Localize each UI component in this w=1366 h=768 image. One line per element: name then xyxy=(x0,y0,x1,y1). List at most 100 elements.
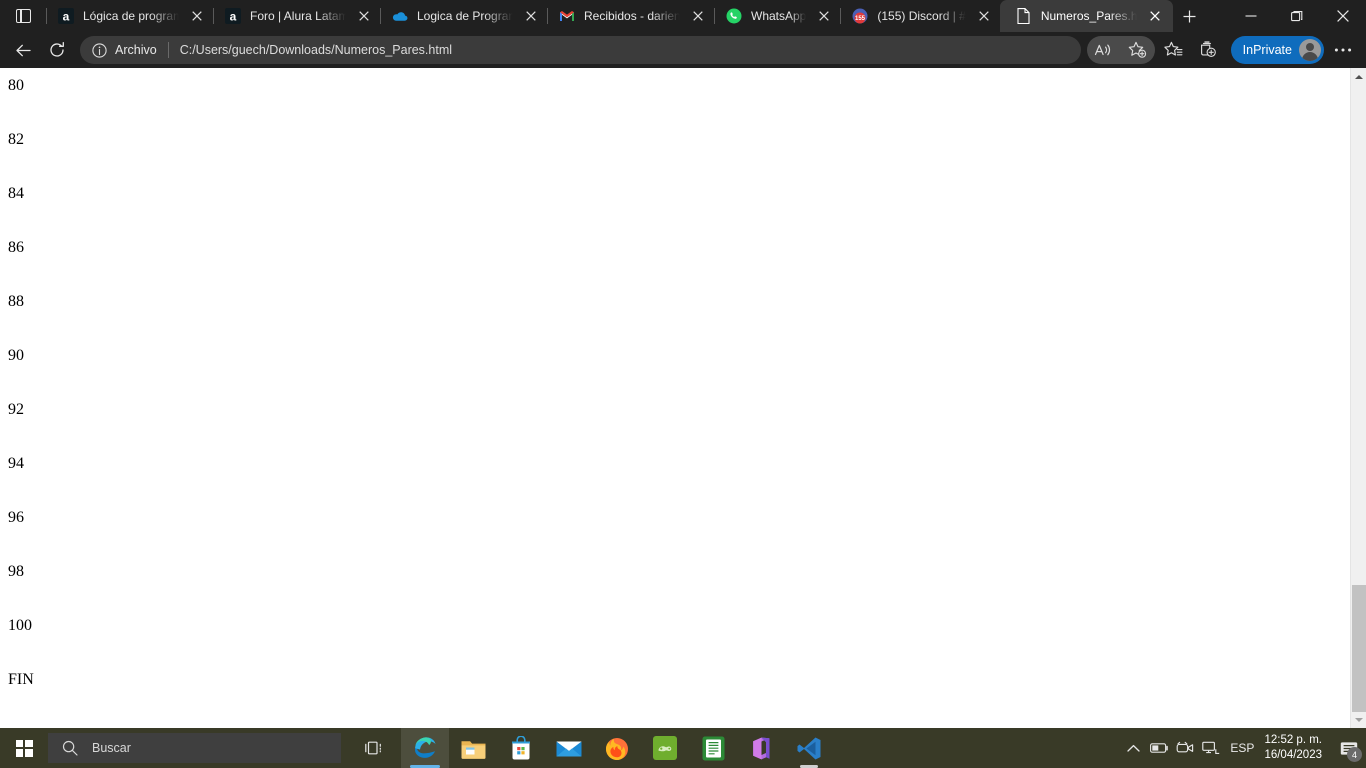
taskbar-app-microsoft-365[interactable] xyxy=(737,728,785,768)
taskbar-app-notes-app[interactable] xyxy=(689,728,737,768)
tab-actions-button[interactable] xyxy=(0,0,46,32)
output-line: 98 xyxy=(8,563,24,580)
close-button[interactable] xyxy=(1320,0,1366,32)
svg-text:a: a xyxy=(230,10,237,24)
taskbar-app-file-explorer[interactable] xyxy=(449,728,497,768)
file-icon xyxy=(1016,8,1032,24)
address-bar[interactable]: Archivo C:/Users/guech/Downloads/Numeros… xyxy=(80,36,1081,64)
output-line: 100 xyxy=(8,617,32,634)
clock-date: 16/04/2023 xyxy=(1264,749,1322,761)
tab-logica-de-programacion[interactable]: a Lógica de programa xyxy=(47,0,213,32)
collections-button[interactable] xyxy=(1191,35,1225,65)
clock-time: 12:52 p. m. xyxy=(1264,734,1322,746)
inprivate-label: InPrivate xyxy=(1242,43,1292,57)
taskbar-app-vs-code[interactable] xyxy=(785,728,833,768)
url-scheme-label: Archivo xyxy=(115,43,157,57)
svg-text:a: a xyxy=(63,10,70,24)
back-button[interactable] xyxy=(6,35,40,65)
omnibox-actions-pill xyxy=(1086,35,1155,65)
omnibox-divider xyxy=(167,42,169,58)
battery-icon[interactable] xyxy=(1146,728,1172,768)
scrollbar-thumb[interactable] xyxy=(1352,585,1366,712)
taskbar-search-input[interactable]: Buscar xyxy=(48,733,341,763)
scroll-down-button[interactable] xyxy=(1351,711,1366,728)
output-line: 82 xyxy=(8,131,24,148)
task-view-icon xyxy=(364,741,381,755)
meet-now-icon[interactable] xyxy=(1172,728,1198,768)
taskbar-apps xyxy=(401,728,833,768)
notification-center-button[interactable]: 4 xyxy=(1334,728,1364,768)
taskbar-app-edge[interactable] xyxy=(401,728,449,768)
tab-close-icon[interactable] xyxy=(972,4,996,28)
output-line: 88 xyxy=(8,293,24,310)
task-view-button[interactable] xyxy=(349,728,397,768)
tab-title: Foro | Alura Latam xyxy=(250,9,346,23)
star-plus-icon xyxy=(1128,41,1147,58)
tab-foro-alura-latam[interactable]: a Foro | Alura Latam xyxy=(214,0,380,32)
start-button[interactable] xyxy=(0,728,48,768)
favorites-button[interactable] xyxy=(1157,35,1191,65)
tab-recibidos-gmail[interactable]: Recibidos - darien xyxy=(548,0,714,32)
inprivate-profile-button[interactable]: InPrivate xyxy=(1230,36,1324,64)
svg-text:155: 155 xyxy=(855,16,866,22)
tab-logica-de-programacion-onedrive[interactable]: Logica de Program xyxy=(381,0,547,32)
tab-title: WhatsApp xyxy=(751,9,807,23)
new-tab-button[interactable] xyxy=(1173,0,1207,32)
avatar xyxy=(1299,39,1321,61)
screen: a Lógica de programa a Foro | Alura Lata… xyxy=(0,0,1366,768)
tab-close-icon[interactable] xyxy=(352,4,376,28)
page-content: 80 82 84 86 88 90 92 94 96 98 100 FIN xyxy=(0,68,1350,707)
taskbar-app-green-app[interactable] xyxy=(641,728,689,768)
green-app-icon xyxy=(653,736,677,760)
tab-close-icon[interactable] xyxy=(185,4,209,28)
read-aloud-button[interactable] xyxy=(1087,35,1121,65)
add-favorite-button[interactable] xyxy=(1121,35,1155,65)
gmail-icon xyxy=(559,8,575,24)
taskbar-app-mail[interactable] xyxy=(545,728,593,768)
tab-close-icon[interactable] xyxy=(686,4,710,28)
taskbar-app-microsoft-store[interactable] xyxy=(497,728,545,768)
tab-title: Recibidos - darien xyxy=(584,9,680,23)
settings-and-more-button[interactable] xyxy=(1326,35,1360,65)
page-viewport: 80 82 84 86 88 90 92 94 96 98 100 FIN xyxy=(0,68,1366,728)
browser-toolbar: Archivo C:/Users/guech/Downloads/Numeros… xyxy=(0,32,1366,68)
info-icon[interactable] xyxy=(90,41,108,59)
output-line: 80 xyxy=(8,77,24,94)
maximize-button[interactable] xyxy=(1274,0,1320,32)
chevron-up-icon xyxy=(1127,744,1140,752)
minimize-button[interactable] xyxy=(1228,0,1274,32)
reload-button[interactable] xyxy=(40,35,74,65)
vertical-scrollbar[interactable] xyxy=(1350,68,1366,728)
output-line: 94 xyxy=(8,455,24,472)
vscode-icon xyxy=(797,737,821,759)
url-text[interactable]: C:/Users/guech/Downloads/Numeros_Pares.h… xyxy=(180,43,1075,57)
whatsapp-icon xyxy=(726,8,742,24)
onedrive-icon xyxy=(392,8,408,24)
tab-close-icon[interactable] xyxy=(1143,4,1167,28)
scroll-up-button[interactable] xyxy=(1351,68,1366,85)
close-icon xyxy=(1337,10,1349,22)
notes-icon xyxy=(702,736,724,760)
firefox-icon xyxy=(606,738,628,760)
toolbar-actions: InPrivate xyxy=(1086,35,1360,65)
windows-logo-icon xyxy=(15,739,33,757)
output-line: 86 xyxy=(8,239,24,256)
chevron-down-icon xyxy=(1355,717,1363,722)
system-tray: ESP 12:52 p. m. 16/04/2023 4 xyxy=(1120,728,1366,768)
tab-close-icon[interactable] xyxy=(519,4,543,28)
clock[interactable]: 12:52 p. m. 16/04/2023 xyxy=(1264,733,1334,763)
tab-whatsapp[interactable]: WhatsApp xyxy=(715,0,840,32)
show-hidden-icons-button[interactable] xyxy=(1120,728,1146,768)
refresh-icon xyxy=(50,41,64,57)
network-icon[interactable] xyxy=(1198,728,1224,768)
tab-strip: a Lógica de programa a Foro | Alura Lata… xyxy=(0,0,1366,32)
language-indicator[interactable]: ESP xyxy=(1224,741,1264,755)
taskbar-app-firefox[interactable] xyxy=(593,728,641,768)
discord-icon: 155 xyxy=(852,8,868,24)
tab-close-icon[interactable] xyxy=(812,4,836,28)
tab-title: Numeros_Pares.ht xyxy=(1040,9,1137,23)
tab-numeros-pares[interactable]: Numeros_Pares.ht xyxy=(999,0,1173,32)
back-arrow-icon xyxy=(15,44,31,56)
microsoft-365-icon xyxy=(752,737,769,759)
tab-discord[interactable]: 155 (155) Discord | # xyxy=(841,0,999,32)
